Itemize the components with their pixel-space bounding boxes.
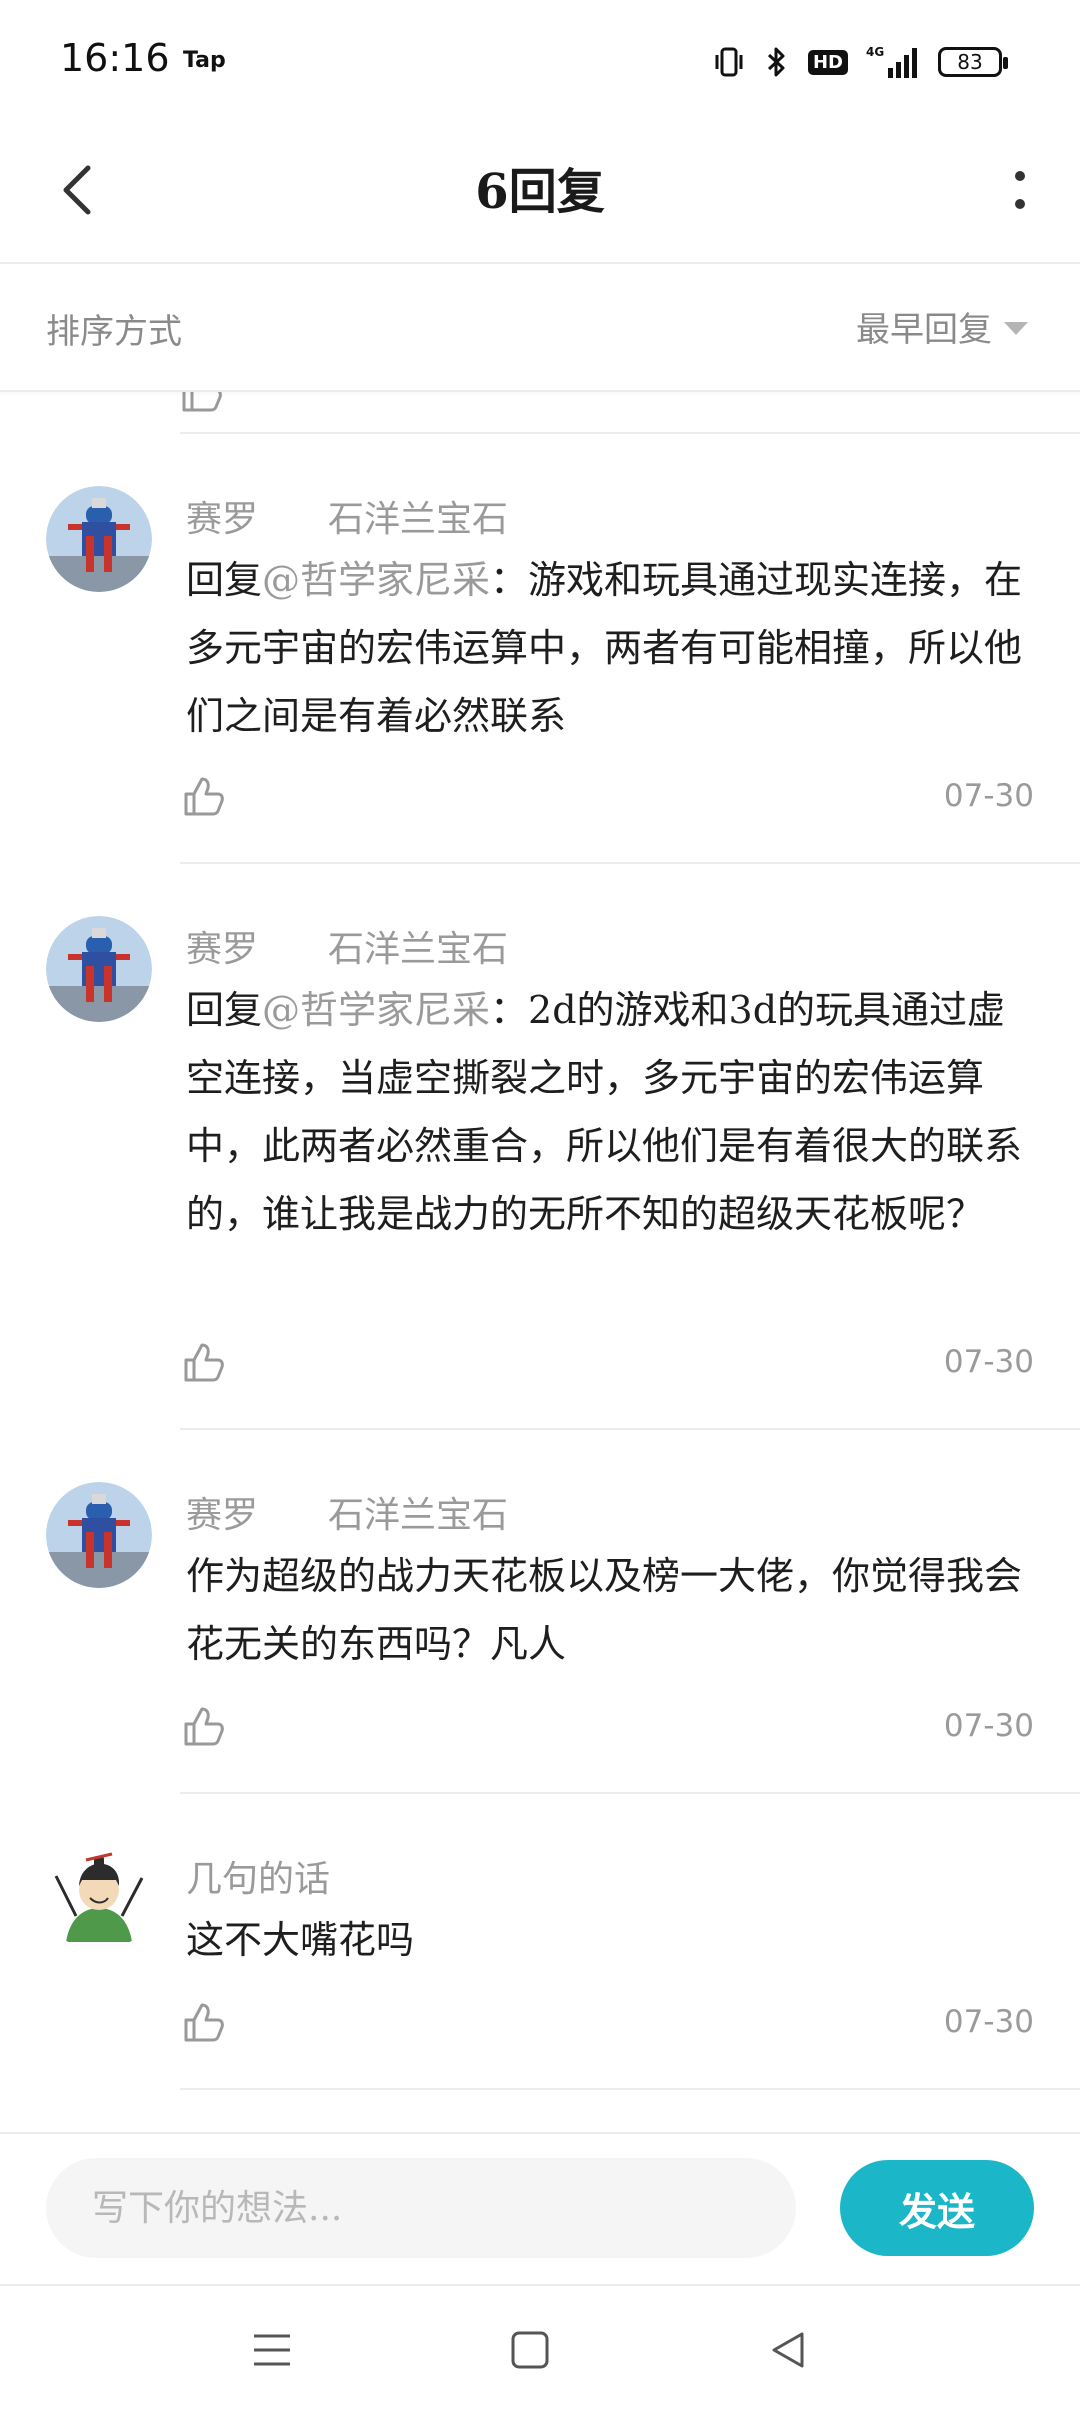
reply-meta: 赛罗 石洋兰宝石 [186, 1486, 508, 1538]
reply-date: 07-30 [943, 1708, 1034, 1744]
like-button[interactable] [182, 774, 226, 818]
send-button[interactable]: 发送 [840, 2160, 1034, 2256]
status-app-indicator: Tap [183, 48, 226, 73]
reply-prefix: 回复 [186, 558, 263, 602]
reply-item: 赛罗 石洋兰宝石 回复@哲学家尼采：2d的游戏和3d的玩具通过虚空连接，当虚空撕… [0, 864, 1080, 1430]
thumbs-up-icon [184, 1343, 224, 1382]
reply-item: 赛罗 石洋兰宝石 回复@哲学家尼采：游戏和玩具通过现实连接，在多元宇宙的宏伟运算… [0, 434, 1080, 864]
menu-button[interactable] [238, 2316, 306, 2384]
more-button[interactable] [990, 152, 1050, 228]
battery-icon: 83 [938, 47, 1008, 77]
mention-link[interactable]: @哲学家尼采 [262, 988, 490, 1032]
like-button[interactable] [182, 2000, 226, 2044]
nav-back-button[interactable] [754, 2316, 822, 2384]
divider [180, 2088, 1080, 2090]
status-bar: 16:16 Tap HD 4G 83 [0, 0, 1080, 120]
sort-dropdown[interactable]: 最早回复 [856, 302, 1028, 351]
signal-4g-icon: 4G [866, 44, 920, 80]
battery-level: 83 [957, 50, 983, 74]
reply-item: 赛罗 石洋兰宝石 作为超级的战力天花板以及榜一大佬，你觉得我会花无关的东西吗？凡… [0, 1430, 1080, 1794]
vibrate-icon [712, 45, 746, 79]
reply-prefix: 回复 [186, 988, 263, 1032]
username[interactable]: 赛罗 [186, 1486, 258, 1538]
user-badge: 石洋兰宝石 [328, 499, 509, 540]
thumbs-up-icon [184, 2003, 224, 2042]
reply-item: 几句的话 这不大嘴花吗 07-30 [0, 1794, 1080, 2090]
reply-meta: 几句的话 [186, 1850, 330, 1902]
sort-bar: 排序方式 最早回复 [0, 264, 1080, 392]
sort-selected-value: 最早回复 [856, 310, 992, 350]
thumbs-up-icon [184, 777, 224, 816]
like-button[interactable] [182, 1704, 226, 1748]
avatar[interactable] [46, 1482, 152, 1588]
reply-meta: 赛罗 石洋兰宝石 [186, 920, 508, 972]
reply-feed[interactable]: 赛罗 石洋兰宝石 回复@哲学家尼采：游戏和玩具通过现实连接，在多元宇宙的宏伟运算… [0, 390, 1080, 2132]
reply-date: 07-30 [943, 1344, 1034, 1380]
thumbs-up-icon [184, 1707, 224, 1746]
reply-content: 这不大嘴花吗 [186, 1918, 415, 1962]
reply-meta: 赛罗 石洋兰宝石 [186, 490, 508, 542]
more-vertical-icon [1015, 171, 1025, 209]
username[interactable]: 赛罗 [186, 490, 258, 542]
back-triangle-icon [772, 2332, 804, 2368]
reply-content: 回复@哲学家尼采：2d的游戏和3d的玩具通过虚空连接，当虚空撕裂之时，多元宇宙的… [186, 976, 1032, 1248]
caret-down-icon [1004, 322, 1028, 335]
status-time: 16:16 [60, 36, 170, 80]
reply-date: 07-30 [943, 2004, 1034, 2040]
home-button[interactable] [496, 2316, 564, 2384]
sort-label: 排序方式 [46, 312, 182, 352]
reply-content: 回复@哲学家尼采：游戏和玩具通过现实连接，在多元宇宙的宏伟运算中，两者有可能相撞… [186, 546, 1032, 750]
menu-icon [254, 2334, 290, 2366]
composer-bar: 发送 [0, 2132, 1080, 2284]
username[interactable]: 赛罗 [186, 920, 258, 972]
like-button[interactable] [182, 1340, 226, 1384]
home-square-icon [511, 2331, 549, 2369]
page-title: 6回复 [475, 164, 605, 220]
avatar[interactable] [46, 1846, 152, 1952]
header: 6回复 [0, 120, 1080, 264]
screen: 16:16 Tap HD 4G 83 6回复 排序方式 最早回复 赛罗 石洋兰宝… [0, 0, 1080, 2412]
avatar[interactable] [46, 916, 152, 1022]
comment-input[interactable] [46, 2158, 796, 2258]
avatar[interactable] [46, 486, 152, 592]
hd-icon: HD [807, 49, 848, 75]
thumbs-up-icon[interactable] [180, 390, 224, 418]
system-nav-bar [0, 2284, 1080, 2412]
user-badge: 石洋兰宝石 [328, 1495, 509, 1536]
reply-content: 作为超级的战力天花板以及榜一大佬，你觉得我会花无关的东西吗？凡人 [186, 1554, 1023, 1666]
reply-date: 07-30 [943, 778, 1034, 814]
user-badge: 石洋兰宝石 [328, 929, 509, 970]
bluetooth-icon [764, 45, 790, 79]
mention-link[interactable]: @哲学家尼采 [262, 558, 490, 602]
network-label: 4G [866, 45, 884, 59]
username[interactable]: 几句的话 [186, 1850, 330, 1902]
status-icons: HD 4G 83 [712, 40, 1008, 84]
